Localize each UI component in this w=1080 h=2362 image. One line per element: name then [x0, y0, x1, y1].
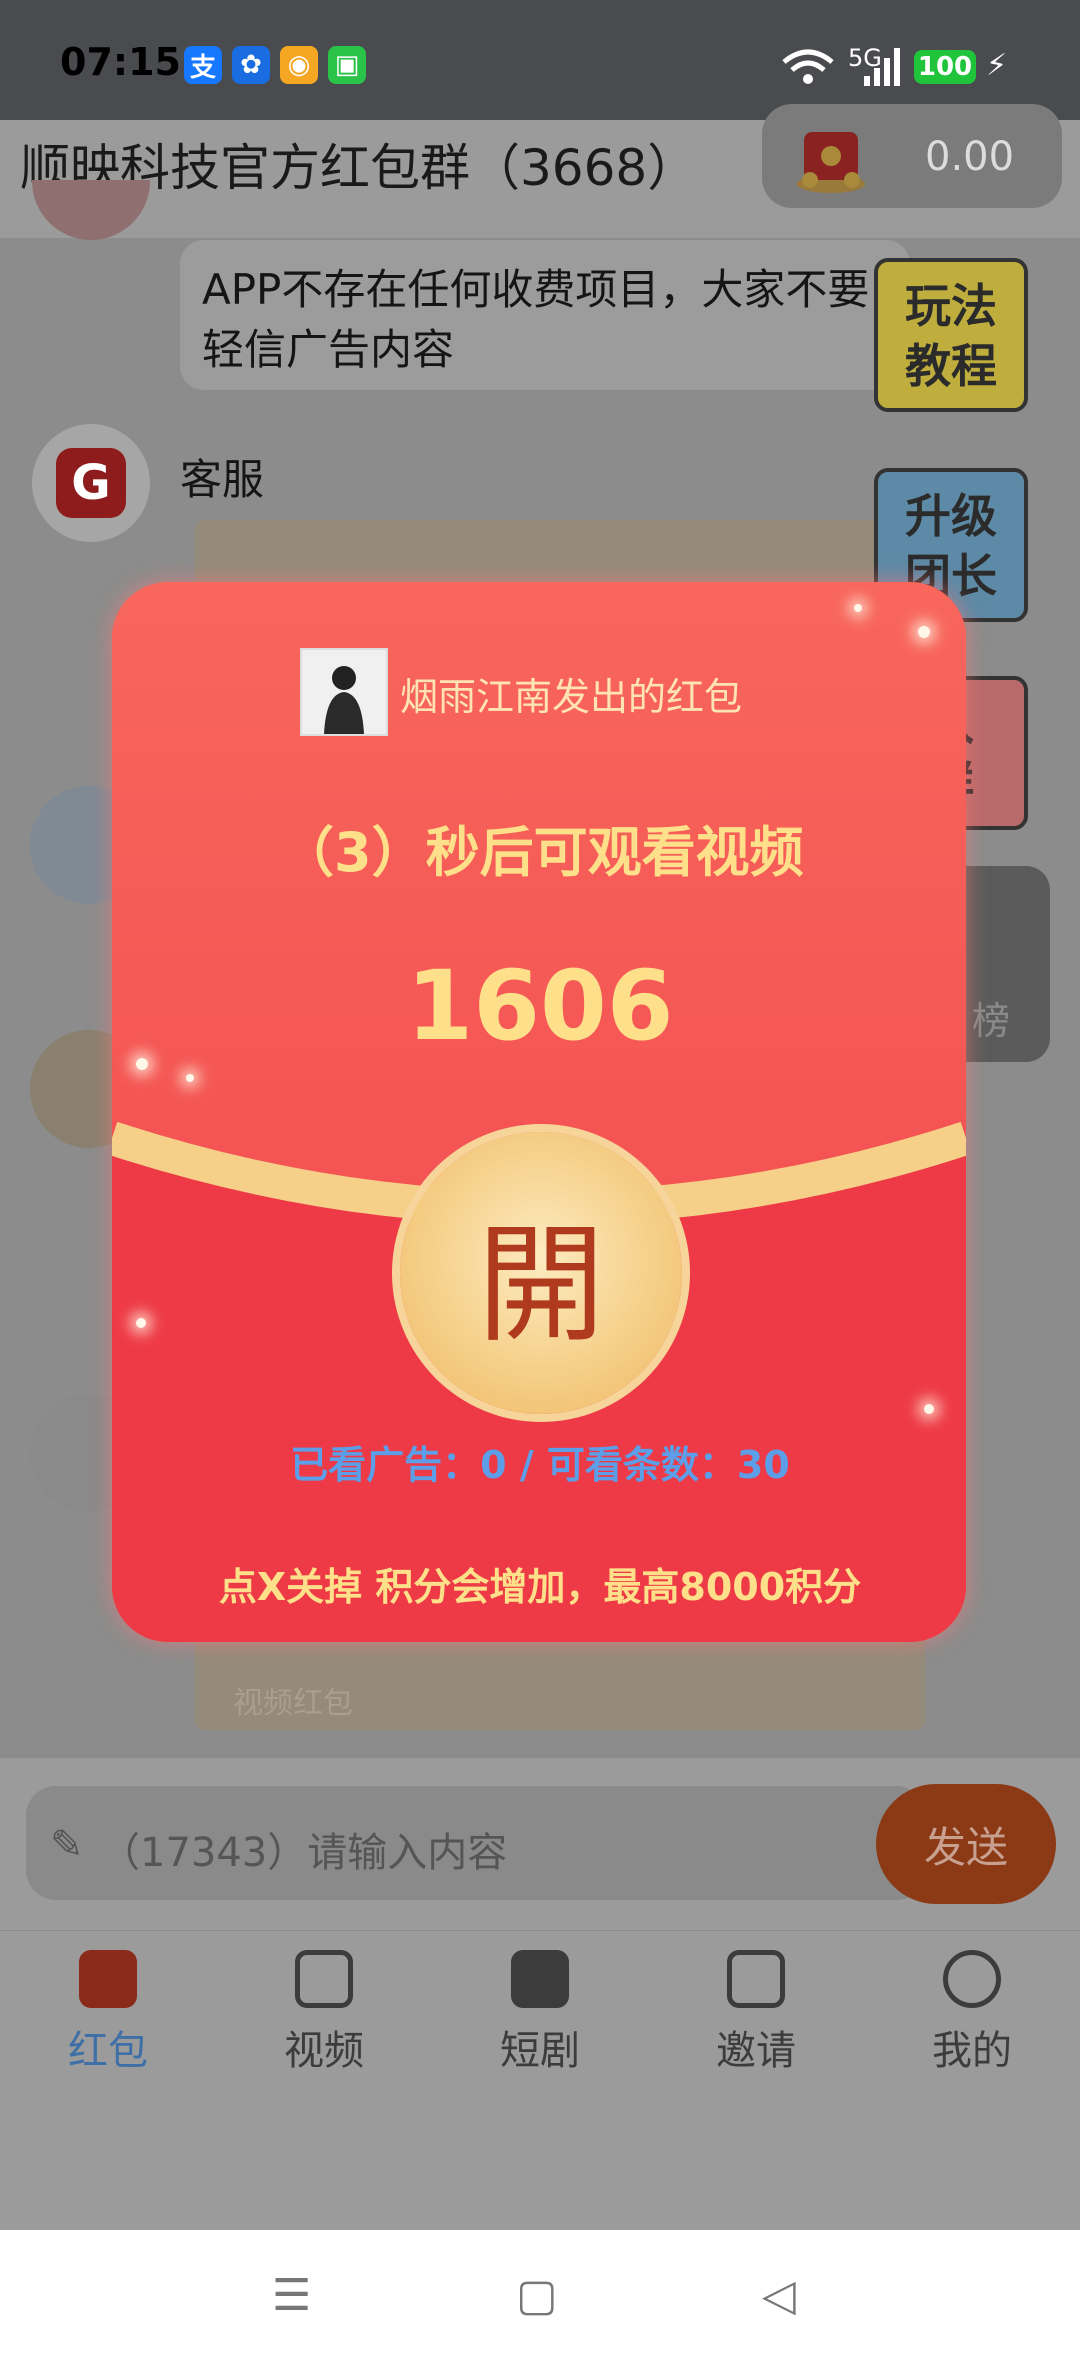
- tab-invite[interactable]: 邀请: [676, 1950, 836, 2076]
- points-note: 点X关掉 积分会增加，最高8000积分: [218, 1565, 862, 1609]
- tab-short-drama[interactable]: 短剧: [460, 1950, 620, 2076]
- tab-label: 视频: [284, 2028, 364, 2074]
- profile-icon: [943, 1950, 1001, 2008]
- tab-label: 邀请: [716, 2028, 796, 2074]
- charging-icon: ⚡: [986, 48, 1008, 83]
- sparkle: [186, 1074, 194, 1082]
- home-icon[interactable]: ▢: [516, 2270, 558, 2321]
- red-packet-icon: [797, 132, 865, 193]
- service-logo-icon: G: [56, 448, 126, 518]
- balance-value: 0.00: [925, 134, 1015, 180]
- signal-icon: [864, 48, 900, 86]
- sparkle: [918, 626, 930, 638]
- tutorial-button-label: 玩法: [905, 279, 997, 333]
- tutorial-button[interactable]: 玩法 教程: [874, 258, 1028, 412]
- tab-red-packet[interactable]: 红包: [28, 1950, 188, 2076]
- video-icon: [295, 1950, 353, 2008]
- sparkle: [924, 1404, 934, 1414]
- sender-label: 烟雨江南发出的红包: [400, 675, 743, 719]
- upgrade-button-label: 升级: [905, 489, 997, 543]
- wifi-icon: [782, 49, 834, 84]
- tab-label: 短剧: [500, 2028, 580, 2074]
- sparkle: [136, 1318, 146, 1328]
- tutorial-button-label: 教程: [905, 339, 997, 393]
- ad-stats: 已看广告：0 / 可看条数：30: [290, 1443, 790, 1487]
- menu-icon[interactable]: ☰: [272, 2270, 311, 2321]
- battery-indicator: 100: [914, 50, 976, 84]
- tab-label: 红包: [68, 2028, 148, 2074]
- notice-bubble: APP不存在任何收费项目，大家不要轻信广告内容: [180, 240, 910, 390]
- sender-avatar: [300, 648, 388, 736]
- message-placeholder: （17343）请输入内容: [100, 1830, 508, 1876]
- packet-amount: 1606: [406, 950, 674, 1062]
- countdown-text: （3）秒后可观看视频: [280, 821, 804, 884]
- pencil-icon: ✎: [50, 1822, 84, 1868]
- tv-icon: [511, 1950, 569, 2008]
- tab-video[interactable]: 视频: [244, 1950, 404, 2076]
- tab-profile[interactable]: 我的: [892, 1950, 1052, 2076]
- send-button[interactable]: 发送: [876, 1784, 1056, 1904]
- video-packet-label: 视频红包: [233, 1686, 353, 1721]
- tab-label: 我的: [932, 2028, 1012, 2074]
- green-app-icon: ▣: [328, 46, 366, 84]
- alipay-icon: 支: [184, 46, 222, 84]
- service-name: 客服: [180, 455, 265, 504]
- status-time: 07:15: [60, 40, 181, 84]
- back-icon[interactable]: ◁: [762, 2270, 796, 2321]
- sparkle: [854, 604, 862, 612]
- red-packet-icon: [79, 1950, 137, 2008]
- invite-icon: [727, 1950, 785, 2008]
- open-button[interactable]: 開: [400, 1132, 682, 1414]
- weibo-icon: ◉: [280, 46, 318, 84]
- pinwheel-icon: ✿: [232, 46, 270, 84]
